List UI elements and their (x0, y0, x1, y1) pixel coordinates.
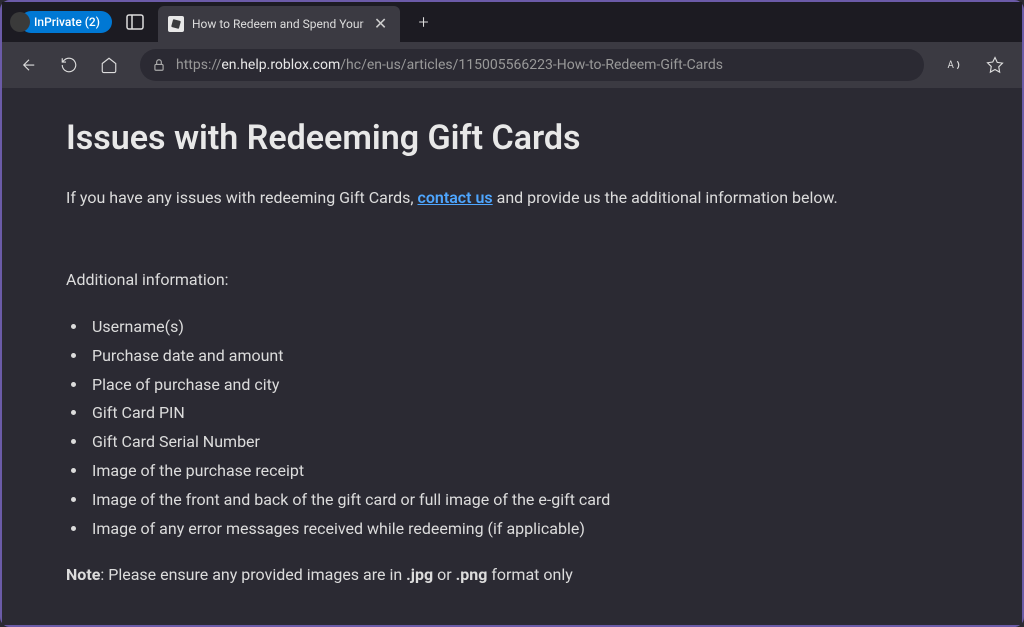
list-item: Purchase date and amount (88, 342, 958, 371)
refresh-button[interactable] (52, 48, 86, 82)
home-button[interactable] (92, 48, 126, 82)
url-text: https://en.help.roblox.com/hc/en-us/arti… (176, 57, 912, 73)
list-item: Username(s) (88, 313, 958, 342)
svg-text:A: A (948, 60, 955, 71)
list-item: Place of purchase and city (88, 371, 958, 400)
browser-tab[interactable]: How to Redeem and Spend Your ✕ (158, 6, 400, 42)
new-tab-button[interactable]: + (410, 8, 438, 36)
additional-info-heading: Additional information: (66, 270, 958, 289)
list-item: Gift Card PIN (88, 399, 958, 428)
tab-favicon (168, 16, 184, 32)
inprivate-badge[interactable]: InPrivate (2) (20, 11, 112, 33)
back-button[interactable] (12, 48, 46, 82)
page-content: Issues with Redeeming Gift Cards If you … (2, 88, 1022, 625)
list-item: Image of the front and back of the gift … (88, 486, 958, 515)
lock-icon (152, 58, 166, 72)
profile-section: InPrivate (2) (10, 6, 112, 38)
close-tab-icon[interactable]: ✕ (372, 15, 390, 33)
profile-avatar[interactable] (10, 12, 30, 32)
list-item: Gift Card Serial Number (88, 428, 958, 457)
tab-title: How to Redeem and Spend Your (192, 17, 364, 31)
tab-actions-icon[interactable] (126, 14, 144, 30)
read-aloud-button[interactable]: A (938, 48, 972, 82)
page-heading: Issues with Redeeming Gift Cards (66, 118, 958, 158)
toolbar: https://en.help.roblox.com/hc/en-us/arti… (2, 42, 1022, 88)
note-text: Note: Please ensure any provided images … (66, 565, 958, 584)
list-item: Image of the purchase receipt (88, 457, 958, 486)
contact-us-link[interactable]: contact us (418, 188, 493, 207)
info-list: Username(s) Purchase date and amount Pla… (66, 313, 958, 543)
titlebar: InPrivate (2) How to Redeem and Spend Yo… (2, 2, 1022, 42)
favorites-button[interactable] (978, 48, 1012, 82)
list-item: Image of any error messages received whi… (88, 515, 958, 544)
intro-paragraph: If you have any issues with redeeming Gi… (66, 186, 958, 210)
address-bar[interactable]: https://en.help.roblox.com/hc/en-us/arti… (140, 49, 924, 81)
